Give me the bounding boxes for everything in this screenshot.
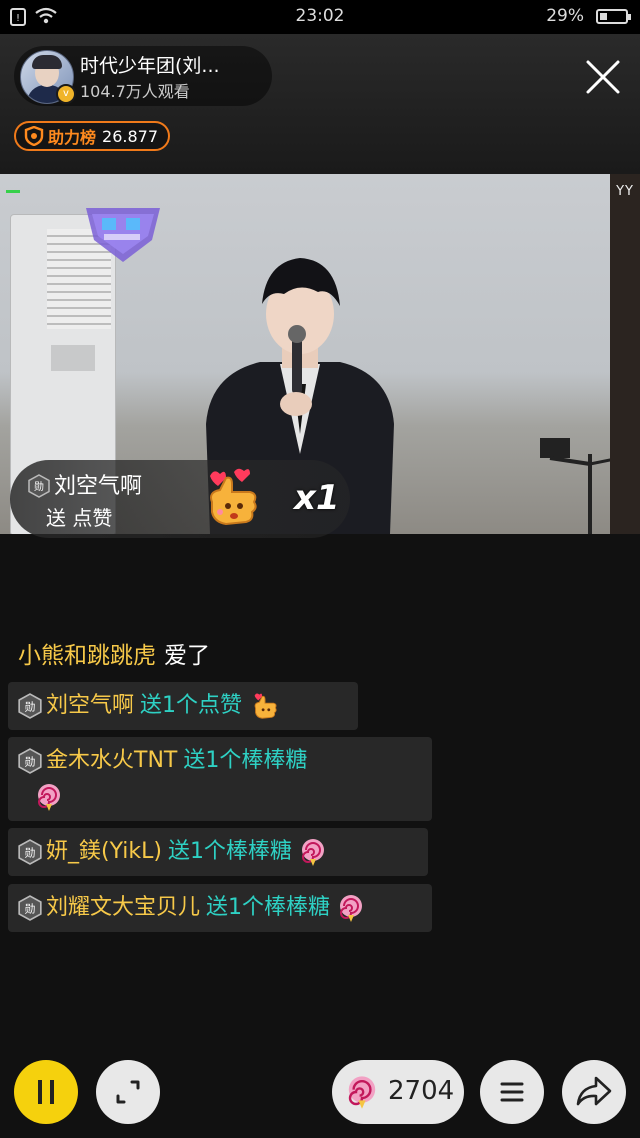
gift-count: x1 [294, 478, 340, 518]
gift-button[interactable]: 2704 [332, 1060, 464, 1124]
user-level-icon: 勋 [18, 693, 42, 719]
microphone-stand [540, 438, 620, 534]
lollipop-icon [340, 895, 363, 922]
chat-message: 勋 刘耀文大宝贝儿 送1个棒棒糖 [8, 884, 432, 932]
gift-count: 2704 [388, 1076, 455, 1106]
chat-gift-action: 送1个棒棒糖 [206, 895, 331, 920]
rank-label: 助力榜 [48, 128, 97, 147]
viewer-count: 104.7万人观看 [80, 82, 190, 101]
signal-indicator [6, 190, 20, 193]
lollipop-icon [301, 839, 324, 866]
chat-nick[interactable]: 刘空气啊 [46, 693, 134, 718]
user-level-icon: 勋 [28, 474, 50, 498]
menu-button[interactable] [480, 1060, 544, 1124]
chat-message: 勋 金木水火TNT 送1个棒棒糖 [8, 737, 432, 821]
share-button[interactable] [562, 1060, 626, 1124]
verified-badge-icon: v [56, 84, 76, 104]
chat-message-plain: 小熊和跳跳虎 爱了 [18, 636, 210, 670]
chat-message: 勋 刘空气啊 送1个点赞 [8, 682, 358, 730]
lollipop-icon [38, 784, 60, 811]
clock: 23:02 [295, 6, 345, 26]
expand-icon [116, 1080, 140, 1104]
chat-message: 勋 妍_鎂(YikL) 送1个棒棒糖 [8, 828, 428, 876]
chat-gift-action: 送1个棒棒糖 [167, 839, 292, 864]
show-logo [86, 208, 160, 262]
gift-banner: 勋 刘空气啊 送 点赞 x1 [10, 460, 350, 538]
battery-icon [596, 9, 631, 24]
menu-icon [500, 1082, 524, 1102]
chat-gift-action: 送1个棒棒糖 [183, 748, 308, 773]
chat-text: 爱了 [164, 643, 210, 669]
user-level-icon: 勋 [18, 895, 42, 921]
chat-nick[interactable]: 刘耀文大宝贝儿 [46, 895, 200, 920]
shield-icon [24, 126, 44, 146]
gift-action: 送 点赞 [46, 506, 113, 530]
user-level-icon: 勋 [18, 839, 42, 865]
svg-text:勋: 勋 [25, 754, 36, 768]
battery-percent: 29% [546, 6, 584, 26]
host-name: 时代少年团(刘... [80, 55, 220, 77]
fullscreen-button[interactable] [96, 1060, 160, 1124]
chat-gift-action: 送1个点赞 [140, 693, 243, 718]
svg-text:勋: 勋 [25, 901, 36, 915]
chat-nick[interactable]: 金木水火TNT [46, 748, 177, 773]
yy-watermark: YY [616, 184, 634, 199]
chat-nick[interactable]: 妍_鎂(YikL) [46, 839, 162, 864]
close-icon[interactable] [580, 54, 626, 100]
chat-nick[interactable]: 小熊和跳跳虎 [18, 643, 156, 669]
like-gift-icon [210, 468, 257, 526]
share-icon [576, 1076, 612, 1106]
svg-text:勋: 勋 [25, 845, 36, 859]
user-level-icon: 勋 [18, 748, 42, 774]
lollipop-icon [348, 1076, 376, 1109]
pause-button[interactable] [14, 1060, 78, 1124]
rank-value: 26.877 [102, 126, 158, 146]
gift-sender: 刘空气啊 [54, 474, 143, 499]
support-rank-badge[interactable]: 助力榜 26.877 [14, 121, 170, 151]
svg-text:勋: 勋 [34, 480, 44, 493]
status-bar: ! 23:02 29% [0, 0, 640, 34]
svg-text:勋: 勋 [25, 699, 36, 713]
like-gift-icon [254, 693, 277, 719]
